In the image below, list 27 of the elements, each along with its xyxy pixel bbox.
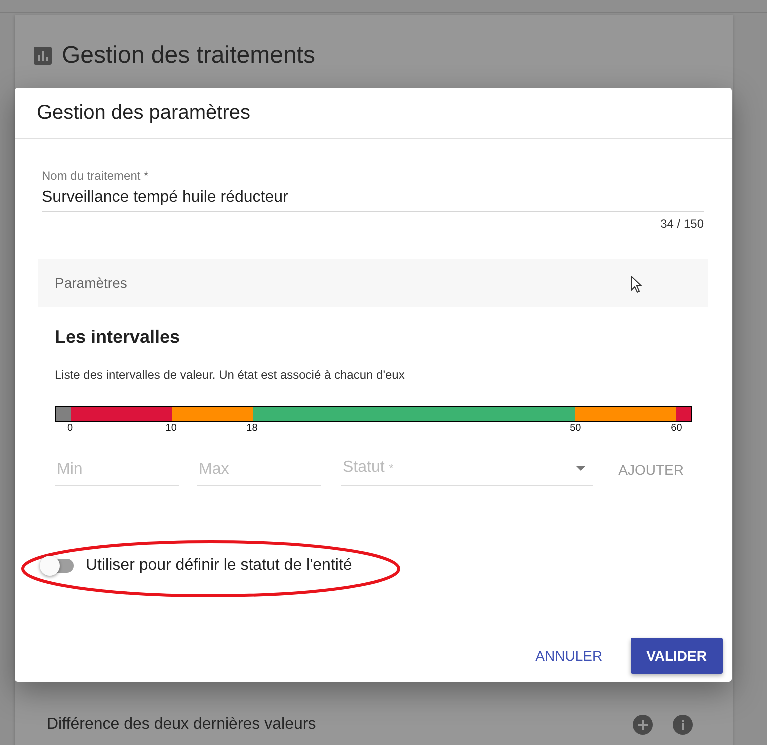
mouse-cursor-icon — [631, 276, 643, 294]
add-icon[interactable] — [633, 715, 653, 735]
scale-tick-label: 18 — [246, 423, 258, 434]
section-heading: Les intervalles — [55, 327, 182, 348]
max-input[interactable]: Max — [197, 455, 321, 486]
panel-title: Paramètres — [55, 275, 128, 291]
list-item-label: Différence des deux dernières valeurs — [47, 716, 318, 734]
min-input[interactable]: Min — [55, 455, 179, 486]
bar-chart-icon — [34, 47, 52, 65]
page-title: Gestion des traitements — [62, 42, 316, 70]
cancel-button[interactable]: ANNULER — [520, 638, 619, 674]
caret-icon — [576, 466, 586, 470]
scale-tick-label: 10 — [166, 423, 177, 434]
submit-button[interactable]: VALIDER — [630, 638, 723, 674]
toggle-label: Utiliser pour définir le statut de l'entité — [86, 557, 352, 575]
field-label: Nom du traitement * — [42, 169, 150, 183]
scale-tick-label: 60 — [671, 423, 682, 434]
field-value: Surveillance tempé huile réducteur — [42, 189, 290, 207]
section-description: Liste des intervalles de valeur. Un état est associé à chacun d'eux — [55, 368, 406, 382]
dialog-title: Gestion des paramètres — [37, 102, 250, 124]
info-icon[interactable] — [673, 715, 693, 735]
panel-header[interactable]: Paramètres — [38, 259, 708, 307]
character-counter: 34 / 150 — [660, 217, 704, 231]
scale-tick-label: 50 — [570, 423, 582, 434]
name-field[interactable]: Nom du traitement * Surveillance tempé huile réducteur — [42, 169, 704, 212]
toggle-switch[interactable] — [40, 556, 74, 576]
scale-tick-label: 0 — [68, 423, 74, 434]
